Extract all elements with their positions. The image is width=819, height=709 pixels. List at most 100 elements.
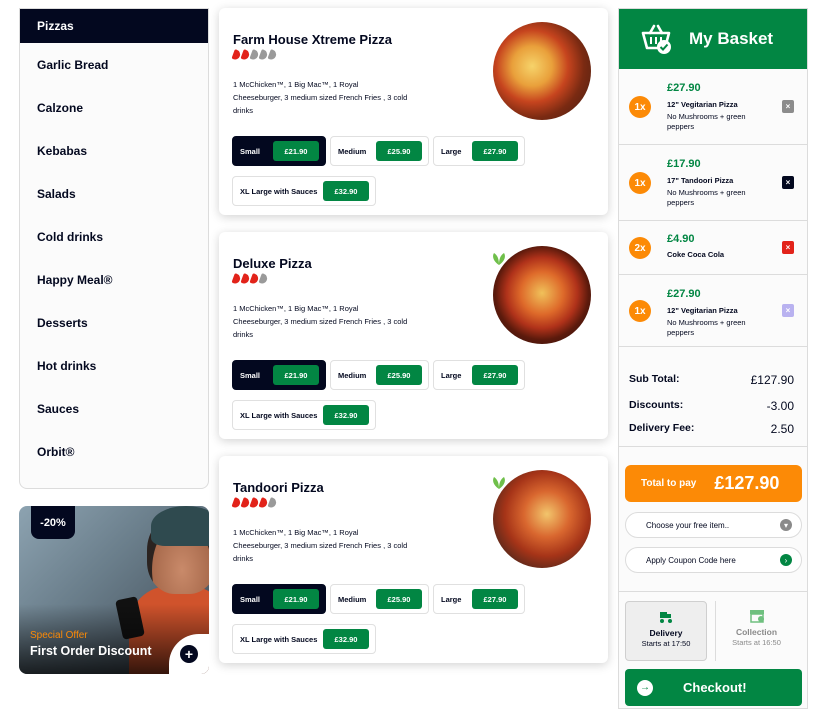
item-name: Coke Coca Cola <box>667 250 725 259</box>
size-label: Small <box>240 370 261 380</box>
size-option[interactable]: Medium £25.90 <box>330 584 429 614</box>
size-price: £27.90 <box>472 589 518 609</box>
size-option[interactable]: Large £27.90 <box>433 584 525 614</box>
trash-icon[interactable]: × <box>782 241 794 254</box>
delivery-title: Delivery <box>649 628 683 638</box>
size-label: Medium <box>338 594 367 604</box>
coupon-label: Apply Coupon Code here <box>646 555 736 565</box>
free-item-select[interactable]: Choose your free item.. ▾ <box>625 512 802 538</box>
size-label: Large <box>441 370 462 380</box>
basket-icon <box>639 22 673 56</box>
discount-badge: -20% <box>31 506 75 539</box>
chili-icon <box>231 497 242 509</box>
item-note: No Mushrooms + green peppers <box>667 188 746 207</box>
pizza-photo <box>493 22 591 120</box>
basket-header: My Basket <box>619 9 807 69</box>
discounts-label: Discounts: <box>629 399 684 411</box>
sidebar-item[interactable]: Sauces <box>20 387 208 430</box>
item-price: £17.90 <box>667 158 701 170</box>
basket-item: 1x £27.90 12" Vegitarian Pizza No Mushrooms… <box>619 275 807 347</box>
checkout-button[interactable]: → Checkout! <box>625 669 802 706</box>
size-price: £25.90 <box>376 589 422 609</box>
trash-icon[interactable]: × <box>782 100 794 113</box>
item-note: No Mushrooms + green peppers <box>667 112 746 131</box>
size-option[interactable]: Small £21.90 <box>232 584 326 614</box>
size-label: Medium <box>338 146 367 156</box>
size-option[interactable]: XL Large with Sauces £32.90 <box>232 400 376 430</box>
size-option[interactable]: Medium £25.90 <box>330 136 429 166</box>
quantity-badge[interactable]: 1x <box>629 172 651 194</box>
chili-icon <box>267 497 278 509</box>
store-icon <box>749 609 765 623</box>
product-name: Deluxe Pizza <box>233 256 312 271</box>
leaf-icon <box>491 252 507 266</box>
size-label: XL Large with Sauces <box>240 186 318 196</box>
leaf-icon <box>491 476 507 490</box>
sidebar-item[interactable]: Desserts <box>20 301 208 344</box>
category-sidebar: Pizzas Garlic Bread Calzone Kebabas Salads Co… <box>19 8 209 489</box>
spice-level <box>231 49 278 61</box>
coupon-code-field[interactable]: Apply Coupon Code here › <box>625 547 802 573</box>
subtotal-value: £127.90 <box>750 373 794 387</box>
first-order-promo[interactable]: -20% Special Offer First Order Discount … <box>19 506 209 674</box>
item-name: 12" Vegitarian Pizza <box>667 100 738 109</box>
sidebar-item[interactable]: Happy Meal® <box>20 258 208 301</box>
chili-icon <box>249 497 260 509</box>
total-label: Total to pay <box>641 478 697 489</box>
size-label: XL Large with Sauces <box>240 634 318 644</box>
product-card: Tandoori Pizza 1 McChicken™, 1 Big Mac™, … <box>219 456 608 663</box>
size-option[interactable]: XL Large with Sauces £32.90 <box>232 624 376 654</box>
total-value: £127.90 <box>714 473 780 493</box>
promo-photo-beanie <box>151 506 209 546</box>
size-option[interactable]: Large £27.90 <box>433 360 525 390</box>
sidebar-item[interactable]: Calzone <box>20 86 208 129</box>
size-option[interactable]: XL Large with Sauces £32.90 <box>232 176 376 206</box>
trash-icon[interactable]: × <box>782 176 794 189</box>
pizza-photo <box>493 246 591 344</box>
discounts-value: -3.00 <box>766 399 794 413</box>
promo-title: First Order Discount <box>30 644 152 658</box>
size-option[interactable]: Small £21.90 <box>232 360 326 390</box>
basket-item: 2x £4.90 Coke Coca Cola × <box>619 221 807 275</box>
size-option[interactable]: Small £21.90 <box>232 136 326 166</box>
chili-icon <box>249 49 260 61</box>
quantity-badge[interactable]: 2x <box>629 237 651 259</box>
plus-icon: + <box>180 645 198 663</box>
sidebar-item[interactable]: Cold drinks <box>20 215 208 258</box>
chili-icon <box>240 49 251 61</box>
size-price: £27.90 <box>472 365 518 385</box>
chevron-down-icon: ▾ <box>780 519 792 531</box>
size-label: Large <box>441 146 462 156</box>
size-option[interactable]: Medium £25.90 <box>330 360 429 390</box>
size-price: £21.90 <box>273 365 319 385</box>
product-description: 1 McChicken™, 1 Big Mac™, 1 Royal Cheese… <box>233 528 408 563</box>
size-price: £32.90 <box>323 405 369 425</box>
chili-icon <box>258 273 269 285</box>
size-price: £25.90 <box>376 141 422 161</box>
sidebar-item[interactable]: Salads <box>20 172 208 215</box>
total-to-pay: Total to pay £127.90 <box>625 465 802 502</box>
chili-icon <box>231 273 242 285</box>
quantity-badge[interactable]: 1x <box>629 300 651 322</box>
spice-level <box>231 497 278 509</box>
basket-item: 1x £17.90 17" Tandoori Pizza No Mushrooms +… <box>619 145 807 221</box>
trash-icon[interactable]: × <box>782 304 794 317</box>
collection-option[interactable]: Collection Starts at 16:50 <box>715 601 797 661</box>
free-item-label: Choose your free item.. <box>646 520 730 530</box>
item-name: 12" Vegitarian Pizza <box>667 306 738 315</box>
checkout-label: Checkout! <box>683 680 747 695</box>
delivery-option[interactable]: Delivery Starts at 17:50 <box>625 601 707 661</box>
size-option[interactable]: Large £27.90 <box>433 136 525 166</box>
size-price: £25.90 <box>376 365 422 385</box>
collection-title: Collection <box>735 627 778 637</box>
item-price: £4.90 <box>667 233 695 245</box>
scooter-icon <box>658 610 674 624</box>
size-label: Small <box>240 594 261 604</box>
sidebar-item[interactable]: Garlic Bread <box>20 43 208 86</box>
sidebar-item[interactable]: Hot drinks <box>20 344 208 387</box>
sidebar-item[interactable]: Pizzas <box>20 9 208 43</box>
sidebar-item[interactable]: Orbit® <box>20 430 208 473</box>
sidebar-item[interactable]: Kebabas <box>20 129 208 172</box>
quantity-badge[interactable]: 1x <box>629 96 651 118</box>
chili-icon <box>258 49 269 61</box>
